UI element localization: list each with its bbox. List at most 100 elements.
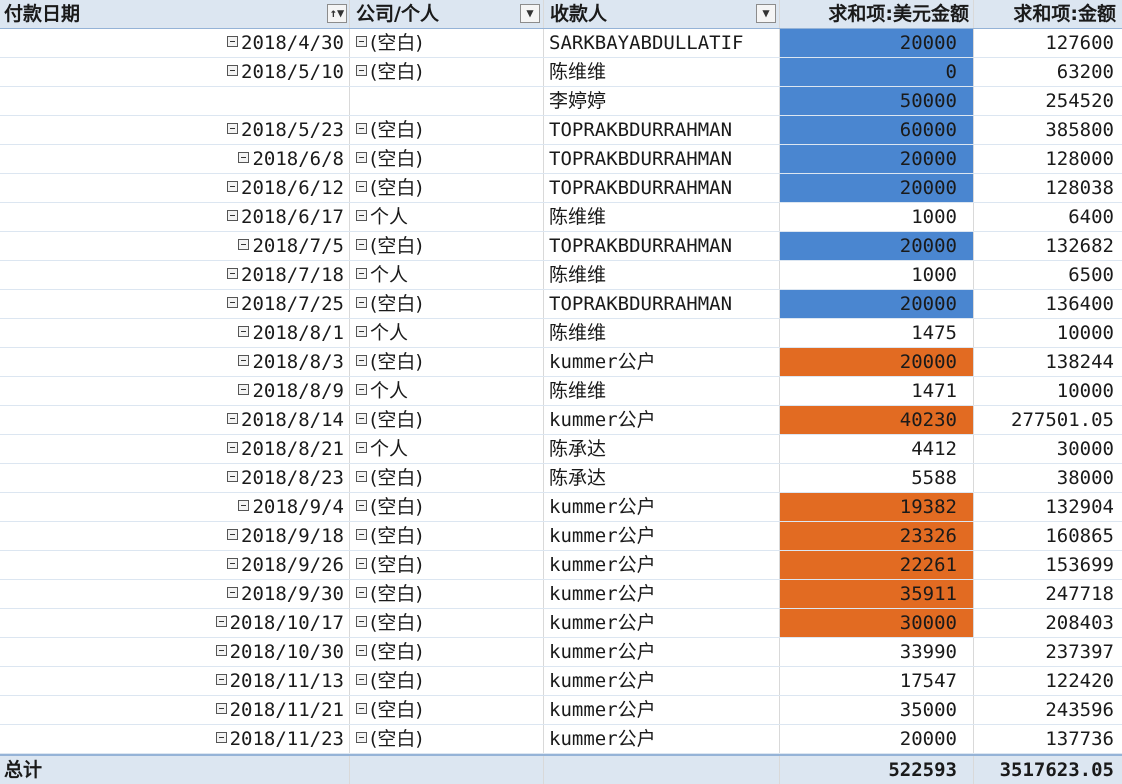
payee-cell[interactable]: SARKBAYABDULLATIF [543,29,779,57]
usd-cell[interactable]: 4412 [779,435,973,463]
date-cell[interactable]: 2018/7/5 [0,232,349,260]
amount-cell[interactable]: 153699 [973,551,1122,579]
payee-cell[interactable]: TOPRAKBDURRAHMAN [543,174,779,202]
usd-cell[interactable]: 50000 [779,87,973,115]
collapse-minus-icon[interactable] [227,210,239,221]
payee-cell[interactable]: 陈承达 [543,435,779,463]
dropdown-arrow-icon[interactable]: ▼ [520,4,540,23]
usd-cell[interactable]: 19382 [779,493,973,521]
type-cell[interactable]: (空白) [349,145,543,173]
usd-cell[interactable]: 1000 [779,203,973,231]
date-cell[interactable]: 2018/5/10 [0,58,349,86]
date-cell[interactable]: 2018/9/26 [0,551,349,579]
amount-cell[interactable]: 127600 [973,29,1122,57]
collapse-minus-icon[interactable] [356,500,367,511]
date-cell[interactable]: 2018/10/30 [0,638,349,666]
collapse-minus-icon[interactable] [215,703,227,714]
amount-cell[interactable]: 385800 [973,116,1122,144]
header-sum-usd[interactable]: 求和项:美元金额 [779,0,973,28]
usd-cell[interactable]: 20000 [779,725,973,753]
payee-cell[interactable]: TOPRAKBDURRAHMAN [543,116,779,144]
payee-cell[interactable]: kummer公户 [543,696,779,724]
collapse-minus-icon[interactable] [356,442,367,453]
amount-cell[interactable]: 237397 [973,638,1122,666]
collapse-minus-icon[interactable] [356,181,367,192]
grand-total-label[interactable]: 总计 [0,756,349,784]
type-cell[interactable]: (空白) [349,667,543,695]
collapse-minus-icon[interactable] [356,732,367,743]
type-cell[interactable]: (空白) [349,522,543,550]
type-cell[interactable]: (空白) [349,464,543,492]
collapse-minus-icon[interactable] [215,732,227,743]
collapse-minus-icon[interactable] [356,152,367,163]
collapse-minus-icon[interactable] [238,152,250,163]
collapse-minus-icon[interactable] [238,384,250,395]
type-cell[interactable]: (空白) [349,174,543,202]
collapse-minus-icon[interactable] [227,529,239,540]
amount-cell[interactable]: 136400 [973,290,1122,318]
header-payee[interactable]: 收款人 ▼ [543,0,779,28]
payee-cell[interactable]: kummer公户 [543,725,779,753]
payee-cell[interactable]: TOPRAKBDURRAHMAN [543,232,779,260]
type-cell[interactable]: 个人 [349,203,543,231]
collapse-minus-icon[interactable] [356,65,367,76]
payee-cell[interactable]: 陈维维 [543,58,779,86]
collapse-minus-icon[interactable] [356,36,367,47]
date-cell[interactable]: 2018/8/3 [0,348,349,376]
amount-cell[interactable]: 160865 [973,522,1122,550]
date-cell[interactable]: 2018/8/9 [0,377,349,405]
amount-cell[interactable]: 6500 [973,261,1122,289]
type-cell[interactable]: (空白) [349,580,543,608]
type-cell[interactable] [349,87,543,115]
usd-cell[interactable]: 20000 [779,174,973,202]
collapse-minus-icon[interactable] [356,674,367,685]
collapse-minus-icon[interactable] [356,326,367,337]
type-cell[interactable]: 个人 [349,261,543,289]
payee-cell[interactable]: TOPRAKBDURRAHMAN [543,145,779,173]
collapse-minus-icon[interactable] [356,239,367,250]
amount-cell[interactable]: 254520 [973,87,1122,115]
date-cell[interactable]: 2018/6/17 [0,203,349,231]
amount-cell[interactable]: 128038 [973,174,1122,202]
collapse-minus-icon[interactable] [238,355,250,366]
collapse-minus-icon[interactable] [356,268,367,279]
date-cell[interactable] [0,87,349,115]
collapse-minus-icon[interactable] [227,181,239,192]
type-cell[interactable]: (空白) [349,638,543,666]
collapse-minus-icon[interactable] [215,645,227,656]
usd-cell[interactable]: 30000 [779,609,973,637]
amount-cell[interactable]: 6400 [973,203,1122,231]
collapse-minus-icon[interactable] [227,123,239,134]
usd-cell[interactable]: 20000 [779,29,973,57]
header-sum-amount[interactable]: 求和项:金额 [973,0,1122,28]
collapse-minus-icon[interactable] [356,471,367,482]
amount-cell[interactable]: 247718 [973,580,1122,608]
collapse-minus-icon[interactable] [356,587,367,598]
collapse-minus-icon[interactable] [227,413,239,424]
collapse-minus-icon[interactable] [227,297,239,308]
collapse-minus-icon[interactable] [356,210,367,221]
amount-cell[interactable]: 138244 [973,348,1122,376]
usd-cell[interactable]: 60000 [779,116,973,144]
amount-cell[interactable]: 277501.05 [973,406,1122,434]
payee-cell[interactable]: kummer公户 [543,609,779,637]
usd-cell[interactable]: 35000 [779,696,973,724]
payee-cell[interactable]: 陈维维 [543,319,779,347]
payee-cell[interactable]: kummer公户 [543,522,779,550]
date-cell[interactable]: 2018/8/1 [0,319,349,347]
type-cell[interactable]: (空白) [349,232,543,260]
collapse-minus-icon[interactable] [227,558,239,569]
date-cell[interactable]: 2018/5/23 [0,116,349,144]
amount-cell[interactable]: 122420 [973,667,1122,695]
header-payment-date[interactable]: 付款日期 ↑▼ [0,0,349,28]
collapse-minus-icon[interactable] [227,36,239,47]
amount-cell[interactable]: 128000 [973,145,1122,173]
type-cell[interactable]: 个人 [349,319,543,347]
sort-filter-icon[interactable]: ↑▼ [327,4,347,23]
amount-cell[interactable]: 10000 [973,319,1122,347]
date-cell[interactable]: 2018/9/30 [0,580,349,608]
type-cell[interactable]: (空白) [349,116,543,144]
date-cell[interactable]: 2018/9/18 [0,522,349,550]
type-cell[interactable]: (空白) [349,493,543,521]
collapse-minus-icon[interactable] [238,239,250,250]
